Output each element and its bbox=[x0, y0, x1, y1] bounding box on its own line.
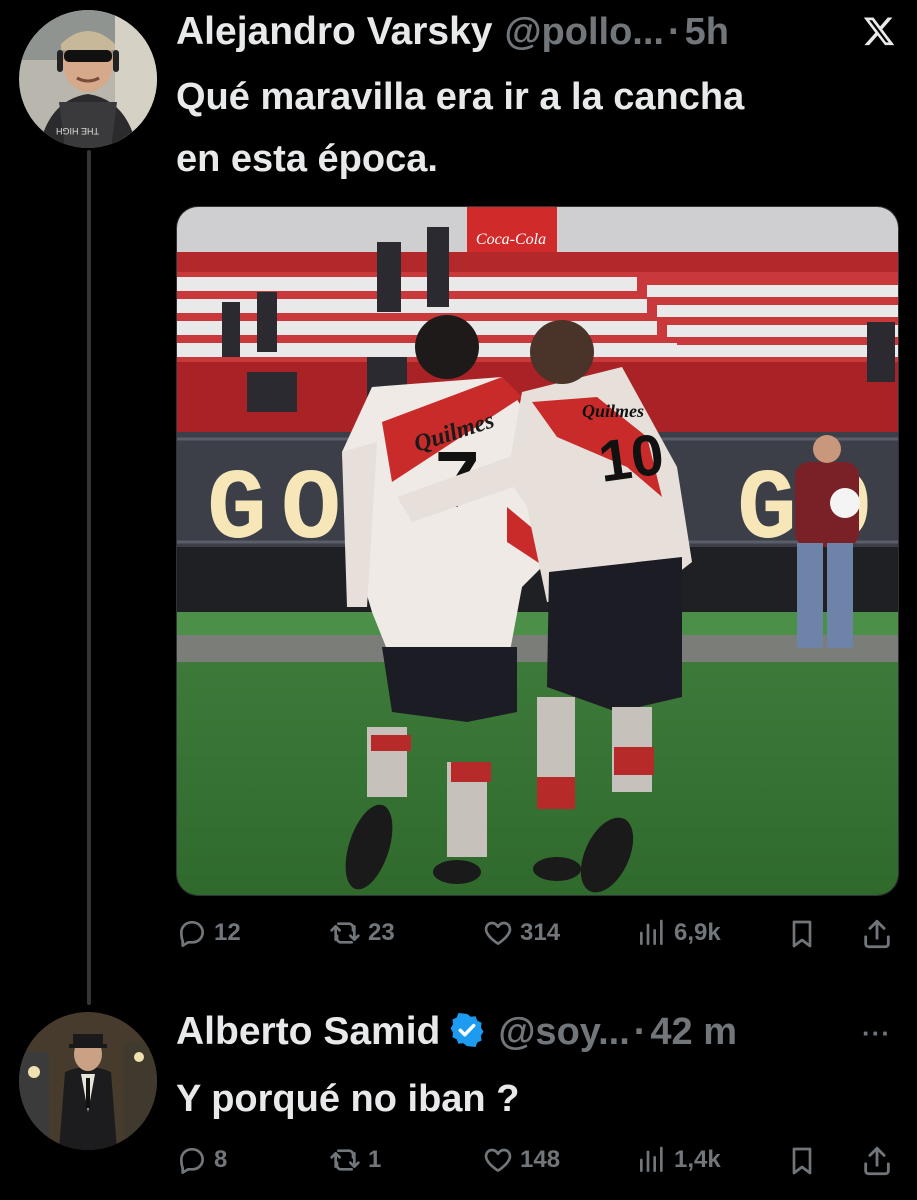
more-icon[interactable]: ··· bbox=[862, 1018, 891, 1049]
separator-dot: · bbox=[667, 10, 681, 53]
x-logo-icon[interactable] bbox=[861, 14, 897, 53]
tweet1-actions: 12 23 314 6,9k bbox=[176, 917, 896, 961]
reply-icon bbox=[176, 1144, 208, 1176]
jersey-right-sponsor: Quilmes bbox=[582, 401, 644, 421]
separator-dot: · bbox=[633, 1010, 647, 1053]
tweet1-text-line1: Qué maravilla era ir a la cancha bbox=[176, 76, 745, 118]
verified-badge-icon bbox=[448, 1011, 486, 1054]
tweet2-text: Y porqué no iban ? bbox=[176, 1078, 520, 1120]
views-count: 6,9k bbox=[674, 919, 721, 946]
like-count: 314 bbox=[520, 919, 561, 946]
reply-count: 12 bbox=[214, 919, 241, 946]
thread-connector bbox=[87, 150, 91, 1005]
tweet1-photo[interactable]: Coca-Cola GO Quilmes Quilmes 10 bbox=[176, 206, 899, 896]
like-icon bbox=[482, 1144, 514, 1176]
avatar-alberto[interactable] bbox=[19, 1012, 157, 1150]
tweet2-actions: 8 1 148 1,4k bbox=[176, 1144, 896, 1188]
bookmark-icon[interactable] bbox=[786, 917, 818, 956]
views-icon bbox=[636, 1144, 668, 1176]
views-button[interactable]: 6,9k bbox=[636, 917, 721, 949]
author-name[interactable]: Alberto Samid bbox=[176, 1010, 440, 1054]
reply-button[interactable]: 12 bbox=[176, 917, 241, 949]
repost-button[interactable]: 1 bbox=[328, 1144, 381, 1176]
repost-count: 1 bbox=[368, 1146, 382, 1173]
tweet1-text-line2: en esta época. bbox=[176, 138, 438, 180]
share-icon[interactable] bbox=[860, 917, 894, 956]
author-handle[interactable]: @soy... bbox=[498, 1011, 629, 1054]
repost-icon bbox=[328, 1144, 362, 1176]
reply-icon bbox=[176, 917, 208, 949]
tweet2-header: Alberto Samid @soy... · 42 m bbox=[176, 1010, 737, 1054]
tweet1-text: Qué maravilla era ir a la cancha en esta… bbox=[176, 66, 744, 190]
repost-icon bbox=[328, 917, 362, 949]
jersey-right-number: 10 bbox=[595, 422, 668, 495]
reply-button[interactable]: 8 bbox=[176, 1144, 227, 1176]
like-button[interactable]: 314 bbox=[482, 917, 560, 949]
tweet1-header: Alejandro Varsky @pollo... · 5h bbox=[176, 10, 729, 54]
views-icon bbox=[636, 917, 668, 949]
svg-text:THE HIGH: THE HIGH bbox=[56, 126, 99, 136]
author-handle[interactable]: @pollo... bbox=[505, 11, 664, 54]
timestamp[interactable]: 5h bbox=[685, 11, 729, 54]
repost-count: 23 bbox=[368, 919, 395, 946]
views-count: 1,4k bbox=[674, 1146, 721, 1173]
like-count: 148 bbox=[520, 1146, 561, 1173]
like-icon bbox=[482, 917, 514, 949]
timestamp[interactable]: 42 m bbox=[650, 1011, 737, 1054]
reply-count: 8 bbox=[214, 1146, 228, 1173]
share-icon[interactable] bbox=[860, 1144, 894, 1183]
author-name[interactable]: Alejandro Varsky bbox=[176, 10, 493, 54]
bookmark-icon[interactable] bbox=[786, 1144, 818, 1183]
views-button[interactable]: 1,4k bbox=[636, 1144, 721, 1176]
avatar-alejandro[interactable]: THE HIGH bbox=[19, 10, 157, 148]
repost-button[interactable]: 23 bbox=[328, 917, 395, 949]
stand-sign-text: Coca-Cola bbox=[476, 231, 546, 248]
like-button[interactable]: 148 bbox=[482, 1144, 560, 1176]
